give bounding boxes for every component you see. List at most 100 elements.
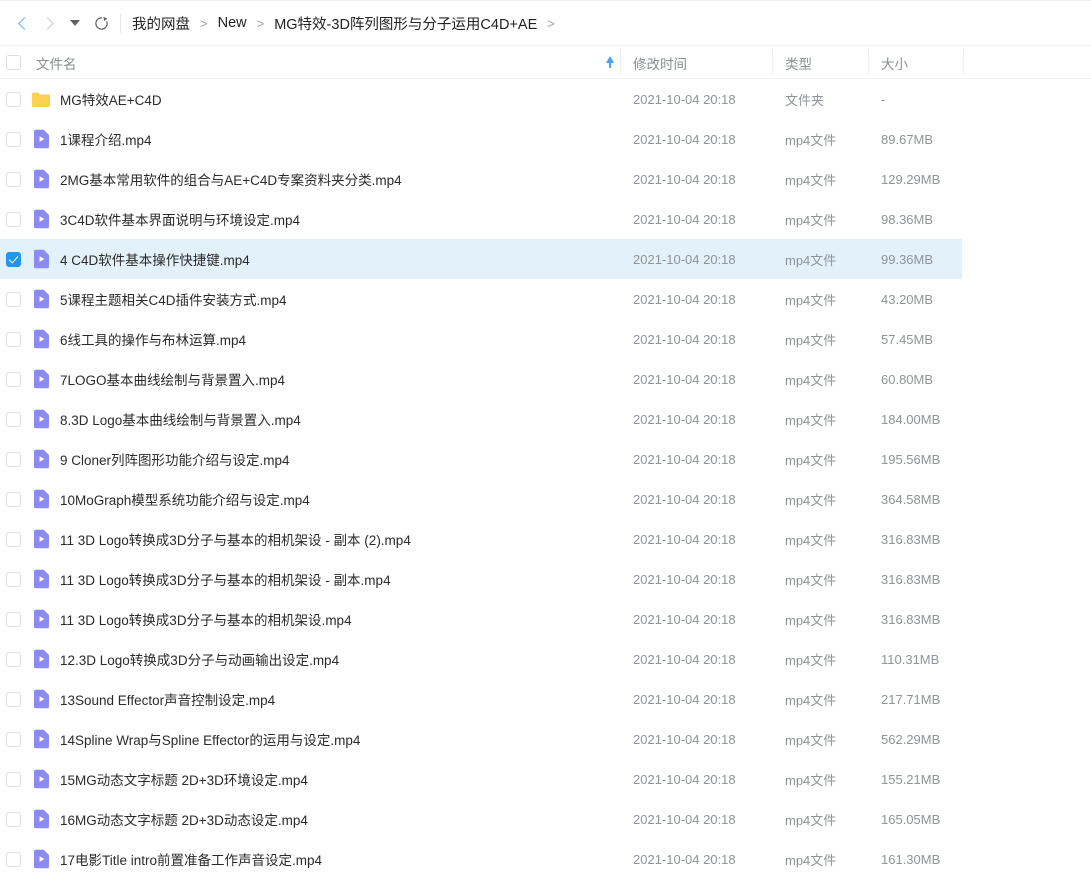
column-divider[interactable] [772, 50, 773, 75]
row-checkbox-cell[interactable] [6, 291, 21, 307]
row-checkbox-cell[interactable] [6, 651, 21, 667]
file-name[interactable]: 16MG动态文字标题 2D+3D动态设定.mp4 [60, 809, 308, 829]
select-all-checkbox[interactable] [6, 55, 21, 70]
file-name[interactable]: 6线工具的操作与布林运算.mp4 [60, 329, 246, 349]
file-name-cell[interactable]: MG特效AE+C4D [60, 89, 162, 109]
row-checkbox-cell[interactable] [6, 731, 21, 747]
sort-ascending-icon[interactable] [606, 56, 614, 68]
file-name[interactable]: 2MG基本常用软件的组合与AE+C4D专案资料夹分类.mp4 [60, 169, 402, 189]
column-header-type[interactable]: 类型 [785, 46, 812, 79]
file-name[interactable]: 4 C4D软件基本操作快捷键.mp4 [60, 249, 250, 269]
row-checkbox-cell[interactable] [6, 211, 21, 227]
file-name[interactable]: 11 3D Logo转换成3D分子与基本的相机架设 - 副本 (2).mp4 [60, 529, 411, 549]
refresh-button[interactable] [88, 10, 114, 36]
row-checkbox[interactable] [6, 731, 21, 747]
row-checkbox-cell[interactable] [6, 411, 21, 427]
file-name-cell[interactable]: 13Sound Effector声音控制设定.mp4 [60, 689, 275, 709]
file-name-cell[interactable]: 3C4D软件基本界面说明与环境设定.mp4 [60, 209, 300, 229]
file-name-cell[interactable]: 11 3D Logo转换成3D分子与基本的相机架设.mp4 [60, 609, 352, 629]
row-checkbox[interactable] [6, 651, 21, 667]
file-name-cell[interactable]: 5课程主题相关C4D插件安装方式.mp4 [60, 289, 287, 309]
table-row[interactable]: 3C4D软件基本界面说明与环境设定.mp4 2021-10-04 20:18 mp4… [0, 199, 1091, 239]
back-button[interactable] [10, 10, 36, 36]
row-checkbox[interactable] [6, 691, 21, 707]
table-row[interactable]: 15MG动态文字标题 2D+3D环境设定.mp4 2021-10-04 20:18… [0, 759, 1091, 799]
file-name-cell[interactable]: 6线工具的操作与布林运算.mp4 [60, 329, 246, 349]
history-dropdown-button[interactable] [62, 10, 88, 36]
row-checkbox[interactable] [6, 131, 21, 147]
table-row[interactable]: 16MG动态文字标题 2D+3D动态设定.mp4 2021-10-04 20:18… [0, 799, 1091, 839]
file-name[interactable]: 8.3D Logo基本曲线绘制与背景置入.mp4 [60, 409, 301, 429]
row-checkbox-cell[interactable] [6, 851, 21, 867]
file-name-cell[interactable]: 1课程介绍.mp4 [60, 129, 152, 149]
row-checkbox[interactable] [6, 451, 21, 467]
breadcrumb-item-current[interactable]: MG特效-3D阵列图形与分子运用C4D+AE [273, 13, 538, 34]
file-name-cell[interactable]: 10MoGraph模型系统功能介绍与设定.mp4 [60, 489, 310, 509]
row-checkbox[interactable] [6, 331, 21, 347]
file-name-cell[interactable]: 14Spline Wrap与Spline Effector的运用与设定.mp4 [60, 729, 360, 749]
file-name-cell[interactable]: 12.3D Logo转换成3D分子与动画输出设定.mp4 [60, 649, 339, 669]
table-row[interactable]: 12.3D Logo转换成3D分子与动画输出设定.mp4 2021-10-04 2… [0, 639, 1091, 679]
column-divider[interactable] [868, 50, 869, 75]
row-checkbox-cell[interactable] [6, 531, 21, 547]
table-row[interactable]: 5课程主题相关C4D插件安装方式.mp4 2021-10-04 20:18 mp4文… [0, 279, 1091, 319]
row-checkbox[interactable] [6, 811, 21, 827]
row-checkbox[interactable] [6, 211, 21, 227]
file-name[interactable]: 12.3D Logo转换成3D分子与动画输出设定.mp4 [60, 649, 339, 669]
file-name-cell[interactable]: 17电影Title intro前置准备工作声音设定.mp4 [60, 849, 322, 869]
table-row[interactable]: 13Sound Effector声音控制设定.mp4 2021-10-04 20:… [0, 679, 1091, 719]
row-checkbox-cell[interactable] [6, 371, 21, 387]
breadcrumb-item-new[interactable]: New [217, 15, 248, 31]
row-checkbox-cell[interactable] [6, 331, 21, 347]
file-name[interactable]: 15MG动态文字标题 2D+3D环境设定.mp4 [60, 769, 308, 789]
file-name[interactable]: 14Spline Wrap与Spline Effector的运用与设定.mp4 [60, 729, 360, 749]
row-checkbox[interactable] [6, 771, 21, 787]
column-header-size[interactable]: 大小 [881, 46, 908, 79]
row-checkbox[interactable] [6, 411, 21, 427]
file-name-cell[interactable]: 11 3D Logo转换成3D分子与基本的相机架设 - 副本 (2).mp4 [60, 529, 411, 549]
table-row[interactable]: 11 3D Logo转换成3D分子与基本的相机架设 - 副本.mp4 2021-1… [0, 559, 1091, 599]
forward-button[interactable] [36, 10, 62, 36]
file-name[interactable]: 13Sound Effector声音控制设定.mp4 [60, 689, 275, 709]
row-checkbox-cell[interactable] [6, 771, 21, 787]
table-row[interactable]: 6线工具的操作与布林运算.mp4 2021-10-04 20:18 mp4文件 57.… [0, 319, 1091, 359]
row-checkbox[interactable] [6, 531, 21, 547]
row-checkbox[interactable] [6, 171, 21, 187]
file-name-cell[interactable]: 4 C4D软件基本操作快捷键.mp4 [60, 249, 250, 269]
breadcrumb-item-root[interactable]: 我的网盘 [131, 13, 191, 34]
row-checkbox-cell[interactable] [6, 131, 21, 147]
table-row[interactable]: 10MoGraph模型系统功能介绍与设定.mp4 2021-10-04 20:18… [0, 479, 1091, 519]
file-name[interactable]: 7LOGO基本曲线绘制与背景置入.mp4 [60, 369, 285, 389]
row-checkbox-cell[interactable] [6, 491, 21, 507]
row-checkbox-cell[interactable] [6, 571, 21, 587]
file-name[interactable]: 17电影Title intro前置准备工作声音设定.mp4 [60, 849, 322, 869]
table-row[interactable]: 11 3D Logo转换成3D分子与基本的相机架设.mp4 2021-10-04 … [0, 599, 1091, 639]
row-checkbox[interactable] [6, 291, 21, 307]
table-row[interactable]: 11 3D Logo转换成3D分子与基本的相机架设 - 副本 (2).mp4 20… [0, 519, 1091, 559]
file-name[interactable]: 3C4D软件基本界面说明与环境设定.mp4 [60, 209, 300, 229]
file-name[interactable]: 10MoGraph模型系统功能介绍与设定.mp4 [60, 489, 310, 509]
file-name-cell[interactable]: 2MG基本常用软件的组合与AE+C4D专案资料夹分类.mp4 [60, 169, 402, 189]
row-checkbox-cell[interactable] [6, 251, 21, 267]
file-name[interactable]: MG特效AE+C4D [60, 89, 162, 109]
file-name-cell[interactable]: 7LOGO基本曲线绘制与背景置入.mp4 [60, 369, 285, 389]
table-row[interactable]: MG特效AE+C4D 2021-10-04 20:18 文件夹 - [0, 79, 1091, 119]
column-divider[interactable] [963, 50, 964, 75]
row-checkbox-cell[interactable] [6, 451, 21, 467]
row-checkbox[interactable] [6, 611, 21, 627]
table-row[interactable]: 1课程介绍.mp4 2021-10-04 20:18 mp4文件 89.67MB [0, 119, 1091, 159]
file-name-cell[interactable]: 11 3D Logo转换成3D分子与基本的相机架设 - 副本.mp4 [60, 569, 391, 589]
table-row[interactable]: 7LOGO基本曲线绘制与背景置入.mp4 2021-10-04 20:18 mp4文… [0, 359, 1091, 399]
column-header-modified[interactable]: 修改时间 [633, 46, 687, 79]
row-checkbox-cell[interactable] [6, 611, 21, 627]
table-row[interactable]: 14Spline Wrap与Spline Effector的运用与设定.mp4 2… [0, 719, 1091, 759]
file-name-cell[interactable]: 15MG动态文字标题 2D+3D环境设定.mp4 [60, 769, 308, 789]
file-name[interactable]: 5课程主题相关C4D插件安装方式.mp4 [60, 289, 287, 309]
column-header-name[interactable]: 文件名 [36, 46, 77, 79]
file-name[interactable]: 11 3D Logo转换成3D分子与基本的相机架设 - 副本.mp4 [60, 569, 391, 589]
file-name[interactable]: 1课程介绍.mp4 [60, 129, 152, 149]
row-checkbox[interactable] [6, 571, 21, 587]
table-row[interactable]: 9 Cloner列阵图形功能介绍与设定.mp4 2021-10-04 20:18 m… [0, 439, 1091, 479]
row-checkbox[interactable] [6, 251, 21, 267]
row-checkbox[interactable] [6, 491, 21, 507]
